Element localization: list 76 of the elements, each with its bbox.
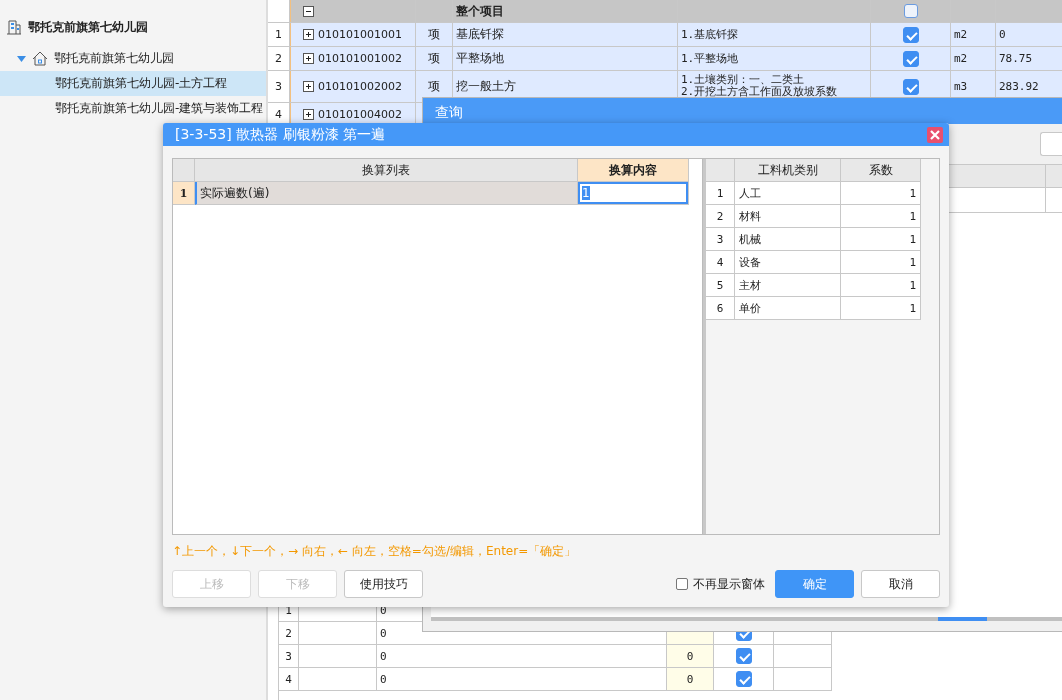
checkbox[interactable] [902, 50, 919, 67]
table-cell: 010101002002 [318, 80, 402, 93]
table-cell: 1 [841, 228, 921, 251]
table-cell: 1 [841, 274, 921, 297]
row-number: 4 [706, 251, 735, 274]
dialog-title: [3-3-53] 散热器 刷银粉漆 第一遍 [175, 125, 386, 144]
expand-icon[interactable] [303, 109, 314, 120]
project-title: 鄂托克前旗第七幼儿园 [28, 18, 148, 36]
row-number: 6 [706, 297, 735, 320]
corner-cell [173, 159, 195, 182]
checkbox[interactable] [903, 4, 918, 18]
checkbox[interactable] [735, 671, 752, 687]
table-cell: 0 [667, 645, 714, 667]
table-cell: m2 [951, 23, 996, 46]
row-number: 4 [279, 668, 299, 690]
table-cell: 010101001002 [318, 52, 402, 65]
table-cell: 1 [841, 205, 921, 228]
table-cell: 单价 [735, 297, 841, 320]
close-button[interactable] [927, 126, 943, 143]
table-cell: 78.75 [996, 47, 1062, 70]
expand-icon[interactable] [303, 29, 314, 40]
table-cell: 1.平整场地 [681, 51, 739, 66]
row-number: 1 [706, 182, 735, 205]
table-cell: 010101004002 [318, 108, 402, 121]
scrollbar[interactable] [431, 617, 1062, 621]
collapse-icon[interactable] [303, 5, 314, 17]
table-cell: 实际遍数(遍) [195, 182, 578, 205]
table-cell: m2 [951, 47, 996, 70]
table-cell: 0 [667, 668, 714, 690]
checkbox[interactable] [735, 648, 752, 664]
tree-item[interactable]: 鄂托克前旗第七幼儿园-建筑与装饰工程 [0, 96, 266, 121]
table-cell: 人工 [735, 182, 841, 205]
row-number: 2 [279, 622, 299, 644]
table-cell: 1.土壤类别：一、二类土 [681, 74, 805, 86]
table-cell: 010101001001 [318, 28, 402, 41]
row-number: 1 [268, 23, 290, 46]
table-cell: 项 [416, 23, 453, 46]
building-icon [6, 19, 22, 35]
column-header: 工料机类别 [735, 159, 841, 182]
house-icon [32, 51, 48, 66]
row-number: 3 [268, 71, 290, 102]
table-cell: 2.开挖土方含工作面及放坡系数 [681, 86, 838, 98]
column-header: 换算列表 [195, 159, 578, 182]
table-cell: 机械 [735, 228, 841, 251]
table-cell: 1 [841, 251, 921, 274]
row-number: 3 [279, 645, 299, 667]
table-cell: 1.基底钎探 [681, 27, 739, 42]
table-cell: 0 [996, 23, 1062, 46]
hint-text: ↑上一个，↓下一个，→ 向右，← 向左，空格=勾选/编辑，Enter=「确定」 [172, 543, 578, 560]
checkbox[interactable] [902, 26, 919, 43]
table-cell: 材料 [735, 205, 841, 228]
expand-icon[interactable] [303, 81, 314, 92]
button[interactable]: 取消 [861, 570, 940, 598]
column-header: 换算内容 [578, 159, 689, 182]
tree-item[interactable]: 鄂托克前旗第七幼儿园 [0, 46, 266, 71]
expand-icon[interactable] [303, 53, 314, 64]
table-cell: 项 [416, 47, 453, 70]
table-cell: 1 [841, 182, 921, 205]
table-cell: 基底钎探 [453, 23, 678, 46]
button[interactable]: 使用技巧 [344, 570, 423, 598]
table-cell: 平整场地 [453, 47, 678, 70]
table-cell: 主材 [735, 274, 841, 297]
row-number: 1 [173, 182, 195, 205]
column-header: 系数 [841, 159, 921, 182]
scroll-thumb[interactable] [938, 617, 987, 621]
row-number: 2 [268, 47, 290, 70]
table-header: 整个项目 [453, 0, 678, 22]
table-cell: 设备 [735, 251, 841, 274]
row-number: 2 [706, 205, 735, 228]
checkbox-label[interactable]: 不再显示窗体 [676, 575, 765, 593]
row-number: 5 [706, 274, 735, 297]
row-number: 3 [706, 228, 735, 251]
tree-item[interactable]: 鄂托克前旗第七幼儿园-土方工程 [0, 71, 266, 96]
checkbox[interactable] [902, 78, 919, 95]
table-cell: 1 [841, 297, 921, 320]
window-title: 查询 [423, 98, 1062, 124]
